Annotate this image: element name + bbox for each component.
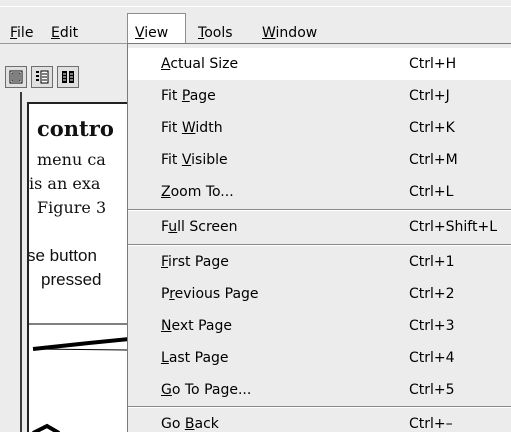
document-figure-text: pressed xyxy=(41,270,102,289)
menu-item-shortcut: Ctrl+– xyxy=(409,416,453,432)
menubar: File Edit View Tools Window xyxy=(0,0,511,44)
menu-item-label: Fit Width xyxy=(161,112,223,144)
menu-item-shortcut: Ctrl+K xyxy=(409,120,455,136)
menu-item-shortcut: Ctrl+1 xyxy=(409,254,455,270)
continuous-page-view-icon xyxy=(36,70,49,84)
single-page-view-button[interactable] xyxy=(5,66,27,88)
menu-item-shortcut: Ctrl+4 xyxy=(409,350,455,366)
two-page-view-icon xyxy=(62,71,74,83)
label-post: oom To... xyxy=(170,184,234,200)
toolbar xyxy=(0,44,140,92)
menu-item-label: Fit Page xyxy=(161,80,216,112)
menu-item-label: Full Screen xyxy=(161,211,238,243)
menu-item-first-page[interactable]: First Page Ctrl+1 xyxy=(128,246,511,278)
menu-view-mnemonic: V xyxy=(135,25,145,41)
document-text-line: is an exa xyxy=(29,174,101,193)
document-figure-drawing xyxy=(29,323,142,432)
two-page-view-button[interactable] xyxy=(57,66,79,88)
continuous-page-view-button[interactable] xyxy=(31,66,53,88)
menu-item-next-page[interactable]: Next Page Ctrl+3 xyxy=(128,310,511,342)
label-pre: Go xyxy=(161,416,185,432)
view-menu-dropdown: Actual Size Ctrl+H Fit Page Ctrl+J Fit W… xyxy=(127,43,511,432)
label-post: ext Page xyxy=(171,318,232,334)
menu-item-shortcut: Ctrl+3 xyxy=(409,318,455,334)
menu-item-actual-size[interactable]: Actual Size Ctrl+H xyxy=(128,48,511,80)
menu-item-fit-page[interactable]: Fit Page Ctrl+J xyxy=(128,80,511,112)
label-mnemonic: u xyxy=(168,219,178,235)
label-post: age xyxy=(189,88,216,104)
menu-file-mnemonic: F xyxy=(10,25,18,41)
label-post: irst Page xyxy=(168,254,229,270)
menu-edit-mnemonic: E xyxy=(51,25,60,41)
menu-item-label: Fit Visible xyxy=(161,144,228,176)
menu-item-go-back[interactable]: Go Back Ctrl+– xyxy=(128,408,511,432)
menubar-top-edge xyxy=(0,6,511,7)
label-mnemonic: Z xyxy=(161,184,171,200)
menu-item-previous-page[interactable]: Previous Page Ctrl+2 xyxy=(128,278,511,310)
menu-item-shortcut: Ctrl+M xyxy=(409,152,458,168)
menu-item-zoom-to[interactable]: Zoom To... Ctrl+L xyxy=(128,176,511,208)
document-view[interactable]: contro menu ca is an exa Figure 3 se but… xyxy=(0,92,142,432)
label-post: ll Screen xyxy=(177,219,238,235)
label-mnemonic: F xyxy=(161,254,169,270)
label-mnemonic: G xyxy=(161,382,172,398)
menu-item-fit-visible[interactable]: Fit Visible Ctrl+M xyxy=(128,144,511,176)
menu-tools-label: ools xyxy=(204,25,233,41)
label-post: evious Page xyxy=(174,286,259,302)
label-pre: Fit xyxy=(161,152,182,168)
label-mnemonic: V xyxy=(181,152,192,168)
menu-item-shortcut: Ctrl+2 xyxy=(409,286,455,302)
label-mnemonic: L xyxy=(161,350,169,366)
menu-item-label: First Page xyxy=(161,246,229,278)
menu-edit[interactable]: Edit xyxy=(51,22,78,44)
single-page-view-icon xyxy=(9,70,23,84)
document-left-rule xyxy=(20,92,22,432)
menu-item-label: Go Back xyxy=(161,408,219,432)
menu-view-label: iew xyxy=(144,25,169,41)
menu-file[interactable]: File xyxy=(10,22,33,44)
menu-item-last-page[interactable]: Last Page Ctrl+4 xyxy=(128,342,511,374)
menu-file-label: ile xyxy=(17,25,34,41)
label-post: idth xyxy=(195,120,223,136)
menu-item-label: Next Page xyxy=(161,310,232,342)
menu-item-shortcut: Ctrl+Shift+L xyxy=(409,219,497,235)
menu-edit-label: dit xyxy=(59,25,79,41)
application-window: File Edit View Tools Window contro menu … xyxy=(0,0,511,432)
menu-item-full-screen[interactable]: Full Screen Ctrl+Shift+L xyxy=(128,211,511,243)
label-mnemonic: N xyxy=(161,318,172,334)
document-figure-text: se button xyxy=(27,246,97,265)
label-post: ack xyxy=(194,416,219,432)
document-text-line: menu ca xyxy=(37,150,106,169)
menu-item-shortcut: Ctrl+H xyxy=(409,56,457,72)
label-mnemonic: P xyxy=(181,88,190,104)
menu-view[interactable]: View xyxy=(127,13,186,43)
document-text-line: Figure 3 xyxy=(37,198,107,217)
label-pre: Fit xyxy=(161,120,182,136)
menu-item-fit-width[interactable]: Fit Width Ctrl+K xyxy=(128,112,511,144)
document-heading: contro xyxy=(37,116,114,141)
label-mnemonic: A xyxy=(161,56,171,72)
menu-item-label: Last Page xyxy=(161,342,229,374)
label-pre: P xyxy=(161,286,170,302)
menu-item-label: Actual Size xyxy=(161,48,238,80)
menu-item-label: Go To Page... xyxy=(161,374,251,406)
label-post: isible xyxy=(191,152,228,168)
menu-window-label: indow xyxy=(275,25,318,41)
menu-item-label: Zoom To... xyxy=(161,176,234,208)
menu-item-shortcut: Ctrl+L xyxy=(409,184,454,200)
label-post: ast Page xyxy=(168,350,229,366)
menu-item-label: Previous Page xyxy=(161,278,259,310)
menu-item-shortcut: Ctrl+J xyxy=(409,88,450,104)
menu-item-shortcut: Ctrl+5 xyxy=(409,382,455,398)
menu-window[interactable]: Window xyxy=(262,22,317,44)
label-pre: Fit xyxy=(161,88,182,104)
menu-item-go-to-page[interactable]: Go To Page... Ctrl+5 xyxy=(128,374,511,406)
document-page: contro menu ca is an exa Figure 3 se but… xyxy=(27,102,142,432)
label-mnemonic: W xyxy=(181,120,196,136)
label-post: o To Page... xyxy=(171,382,252,398)
menu-window-mnemonic: W xyxy=(262,25,276,41)
label-post: ctual Size xyxy=(170,56,239,72)
menu-tools[interactable]: Tools xyxy=(198,22,233,44)
